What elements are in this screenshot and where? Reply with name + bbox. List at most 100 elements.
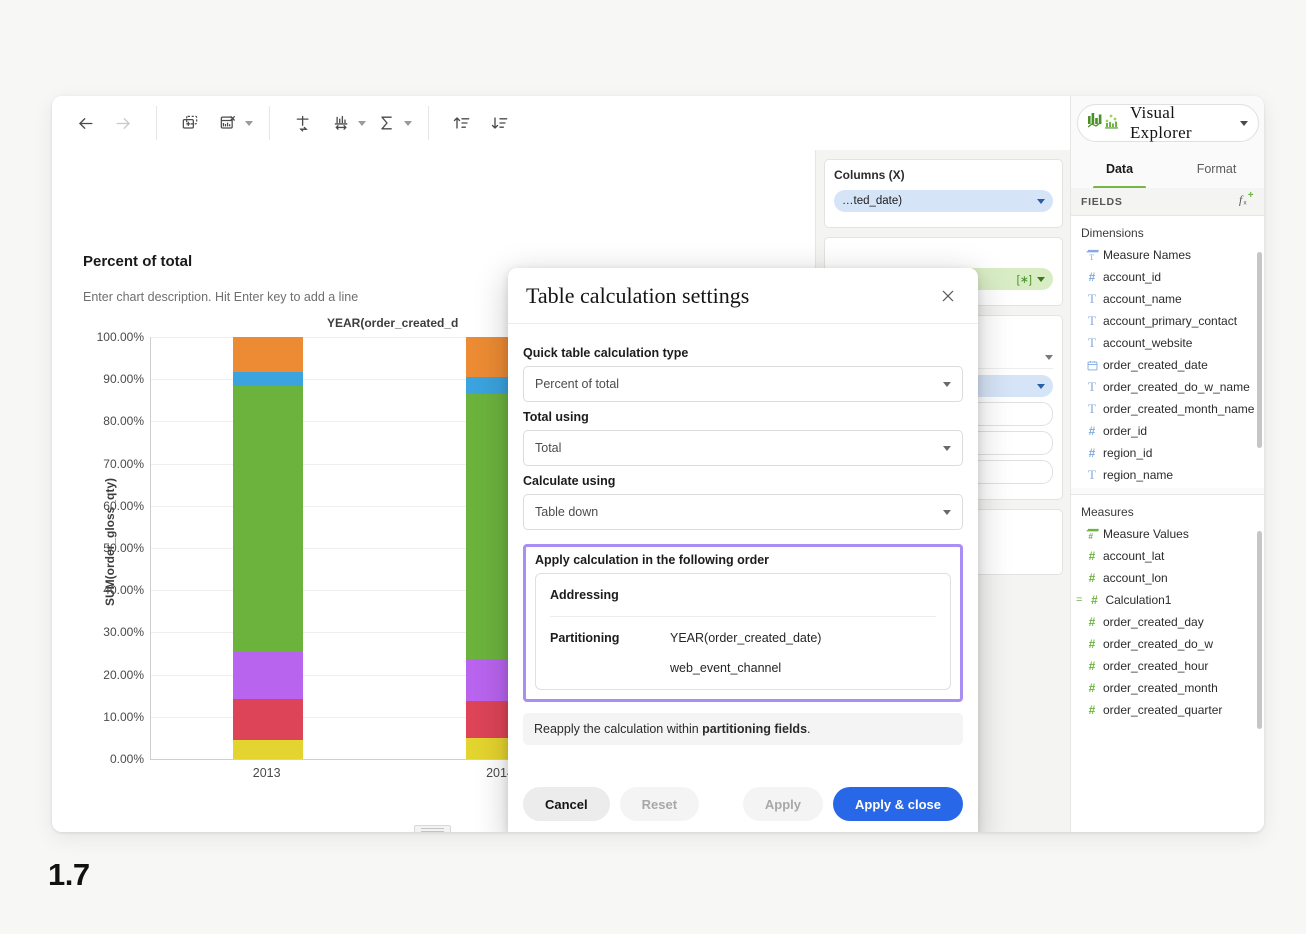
chevron-down-icon[interactable] — [1045, 354, 1053, 360]
field-item[interactable]: = # Calculation1 — [1071, 589, 1264, 611]
field-label: order_created_hour — [1103, 659, 1209, 673]
field-item[interactable]: Tregion_name — [1071, 464, 1264, 486]
calc-type-select[interactable]: Percent of total — [523, 366, 963, 402]
field-label: order_created_do_w — [1103, 637, 1214, 651]
text-icon: T — [1088, 291, 1096, 306]
field-item[interactable]: #sales_rep_id — [1071, 486, 1264, 488]
field-item[interactable]: T Measure Names — [1071, 244, 1264, 266]
field-item[interactable]: Torder_created_do_w_name — [1071, 376, 1264, 398]
shelf-columns-label: Columns (X) — [834, 168, 905, 182]
svg-text:#: # — [1088, 531, 1093, 541]
hint-bold: partitioning fields — [702, 722, 808, 736]
bar-segment[interactable] — [232, 385, 303, 652]
chevron-down-icon[interactable] — [245, 120, 253, 126]
partitioning-field[interactable]: web_event_channel — [670, 661, 936, 675]
field-item[interactable]: # order_created_do_w — [1071, 633, 1264, 655]
bar[interactable] — [232, 337, 303, 759]
y-axis-tick-label: 60.00% — [103, 498, 144, 513]
tab-data[interactable]: Data — [1071, 150, 1168, 189]
y-axis-tick-label: 20.00% — [103, 667, 144, 682]
number-icon: # — [1088, 270, 1096, 284]
hint-prefix: Reapply the calculation within — [534, 722, 703, 736]
measures-list[interactable]: Measures # Measure Values # account_lat # acc… — [1071, 494, 1264, 832]
field-item[interactable]: # account_lon — [1071, 567, 1264, 589]
x-axis-tick-label: 2013 — [252, 766, 281, 780]
chevron-down-icon[interactable] — [1037, 198, 1045, 204]
field-item[interactable]: # Measure Values — [1071, 523, 1264, 545]
field-item[interactable]: Taccount_name — [1071, 288, 1264, 310]
add-calculation-icon[interactable]: f x + — [1239, 190, 1255, 212]
field-item[interactable]: # order_created_day — [1071, 611, 1264, 633]
field-item[interactable]: # account_lat — [1071, 545, 1264, 567]
field-item[interactable]: # region_id — [1071, 442, 1264, 464]
y-axis-ticks: 0.00% 10.00% 20.00% 30.00% 40.00% 50.00% 60.00… — [66, 150, 164, 832]
text-icon: T — [1088, 313, 1096, 328]
total-using-select[interactable]: Total — [523, 430, 963, 466]
partitioning-field[interactable]: YEAR(order_created_date) — [670, 631, 936, 645]
cancel-button[interactable]: Cancel — [523, 787, 610, 821]
bar-segment[interactable] — [232, 651, 303, 700]
field-item[interactable]: # order_created_month — [1071, 677, 1264, 699]
field-item[interactable]: Taccount_primary_contact — [1071, 310, 1264, 332]
measures-scrollbar[interactable] — [1257, 531, 1262, 729]
sort-descending-icon[interactable] — [483, 108, 517, 138]
field-label: account_website — [1103, 336, 1193, 350]
addressing-row[interactable]: Addressing — [550, 574, 936, 617]
chevron-down-icon — [943, 445, 951, 451]
measures-label: Measures — [1081, 505, 1134, 519]
number-icon: # — [1088, 681, 1096, 695]
dimensions-list[interactable]: Dimensions T Measure Names # account_id Tacc… — [1071, 216, 1264, 488]
field-label: order_created_date — [1103, 358, 1208, 372]
chevron-down-icon[interactable] — [1037, 276, 1045, 282]
right-panel: Visual Explorer Data Format FIELDS f x +… — [1070, 96, 1264, 832]
svg-text:+: + — [1248, 191, 1254, 201]
bar-segment[interactable] — [232, 699, 303, 741]
fields-header: FIELDS f x + — [1071, 188, 1264, 216]
tab-format[interactable]: Format — [1168, 150, 1264, 188]
field-item[interactable]: # order_created_hour — [1071, 655, 1264, 677]
sort-ascending-icon[interactable] — [445, 108, 479, 138]
text-icon: T — [1088, 335, 1096, 350]
bar-segment[interactable] — [232, 740, 303, 759]
fit-size-icon[interactable] — [324, 108, 358, 138]
apply-and-close-button[interactable]: Apply & close — [833, 787, 963, 821]
chevron-down-icon[interactable] — [358, 120, 366, 126]
apply-button[interactable]: Apply — [742, 787, 824, 821]
field-label: account_primary_contact — [1103, 314, 1238, 328]
number-icon: # — [1088, 615, 1096, 629]
total-using-value: Total — [535, 441, 562, 455]
arrow-left-icon[interactable] — [68, 108, 102, 138]
swap-axes-icon[interactable] — [286, 108, 320, 138]
app-window: Percent of total Enter chart description… — [52, 96, 1264, 832]
partitioning-row[interactable]: Partitioning YEAR(order_created_date) we… — [550, 617, 936, 689]
chevron-down-icon[interactable] — [1240, 120, 1248, 126]
shelf-pill-columns[interactable]: …ted_date) — [834, 190, 1053, 212]
field-item[interactable]: order_created_date — [1071, 354, 1264, 376]
bar-segment[interactable] — [232, 372, 303, 386]
svg-text:T: T — [1089, 253, 1094, 262]
field-item[interactable]: Taccount_website — [1071, 332, 1264, 354]
dimensions-scrollbar[interactable] — [1257, 252, 1262, 448]
field-item[interactable]: # order_created_quarter — [1071, 699, 1264, 721]
chevron-down-icon[interactable] — [1037, 383, 1045, 389]
app-switcher[interactable]: Visual Explorer — [1077, 103, 1259, 142]
field-item[interactable]: # order_id — [1071, 420, 1264, 442]
svg-text:x: x — [1243, 199, 1247, 206]
calculate-using-select[interactable]: Table down — [523, 494, 963, 530]
reset-button[interactable]: Reset — [619, 787, 700, 821]
toolbar — [52, 96, 1018, 151]
sigma-totals-icon[interactable] — [370, 108, 404, 138]
toolbar-group-history — [52, 106, 156, 140]
field-label: order_created_month_name — [1103, 402, 1255, 416]
field-item[interactable]: # account_id — [1071, 266, 1264, 288]
toolbar-group-sort — [429, 106, 533, 140]
clear-sheet-icon[interactable] — [211, 108, 245, 138]
chevron-down-icon[interactable] — [404, 120, 412, 126]
field-label: order_id — [1103, 424, 1148, 438]
bar-segment[interactable] — [232, 337, 303, 373]
add-sheet-icon[interactable] — [173, 108, 207, 138]
close-icon[interactable] — [936, 284, 960, 308]
field-item[interactable]: Torder_created_month_name — [1071, 398, 1264, 420]
table-calculation-settings-dialog: Table calculation settings Quick table c… — [508, 268, 978, 832]
arrow-right-icon[interactable] — [106, 108, 140, 138]
